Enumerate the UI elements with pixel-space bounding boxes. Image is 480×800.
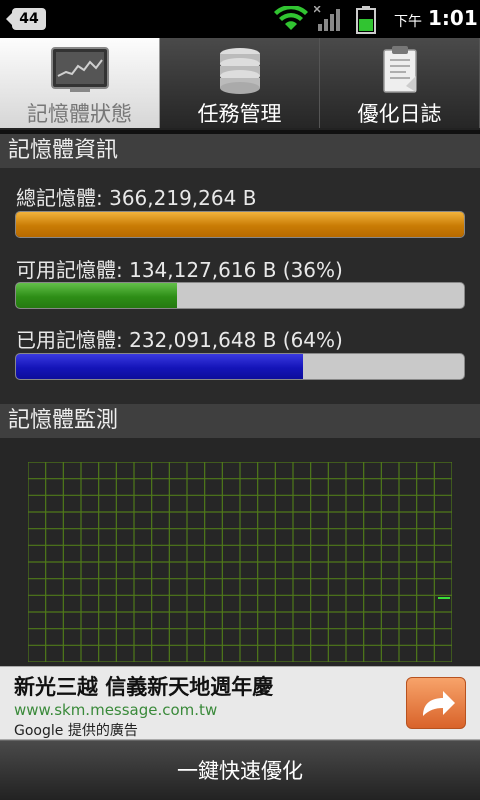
- available-memory-bar: [15, 282, 465, 309]
- available-memory-label: 可用記憶體: 134,127,616 B (36%): [16, 258, 343, 282]
- signal-icon: [314, 6, 340, 31]
- one-click-optimize-button[interactable]: 一鍵快速優化: [0, 740, 480, 800]
- tab-optimize-log[interactable]: 優化日誌: [320, 38, 480, 128]
- ad-open-button[interactable]: [406, 677, 466, 729]
- time-prefix: 下午: [394, 14, 422, 30]
- notification-count-badge[interactable]: 44: [6, 8, 46, 30]
- memory-info-panel: 總記憶體: 366,219,264 B 可用記憶體: 134,127,616 B…: [0, 168, 480, 404]
- tab-bar: 記憶體狀態 任務管理 優化日誌: [0, 38, 480, 130]
- used-memory-label: 已用記憶體: 232,091,648 B (64%): [16, 328, 343, 352]
- tab-task-manager[interactable]: 任務管理: [160, 38, 320, 128]
- memory-monitor-graph: [28, 462, 452, 662]
- memory-monitor-panel: [0, 438, 480, 666]
- share-arrow-icon: [423, 691, 455, 716]
- clipboard-icon: [382, 46, 417, 93]
- tab-memory-status[interactable]: 記憶體狀態: [0, 38, 160, 128]
- tab-label: 記憶體狀態: [27, 102, 132, 126]
- used-memory-bar-fill: [16, 354, 303, 379]
- total-memory-bar: [15, 211, 465, 238]
- tab-label: 任務管理: [197, 102, 282, 126]
- available-memory-bar-fill: [16, 283, 178, 308]
- clock: 1:01: [428, 6, 478, 30]
- tab-label: 優化日誌: [357, 102, 442, 126]
- total-memory-label: 總記憶體: 366,219,264 B: [16, 186, 257, 210]
- ad-source: Google 提供的廣告: [14, 723, 138, 739]
- database-icon: [219, 48, 260, 94]
- ad-title[interactable]: 新光三越 信義新天地週年慶: [14, 671, 273, 701]
- total-memory-bar-fill: [16, 212, 464, 237]
- ad-banner[interactable]: 新光三越 信義新天地週年慶 www.skm.message.com.tw Goo…: [0, 666, 480, 740]
- ad-url[interactable]: www.skm.message.com.tw: [14, 701, 217, 719]
- battery-icon: [356, 6, 376, 34]
- memory-monitor-header: 記憶體監測: [0, 404, 480, 438]
- status-bar: 44 下午 1:01: [0, 0, 480, 38]
- wifi-icon: [274, 6, 308, 30]
- used-memory-bar: [15, 353, 465, 380]
- monitor-chart-icon: [50, 47, 109, 92]
- memory-info-header: 記憶體資訊: [0, 134, 480, 168]
